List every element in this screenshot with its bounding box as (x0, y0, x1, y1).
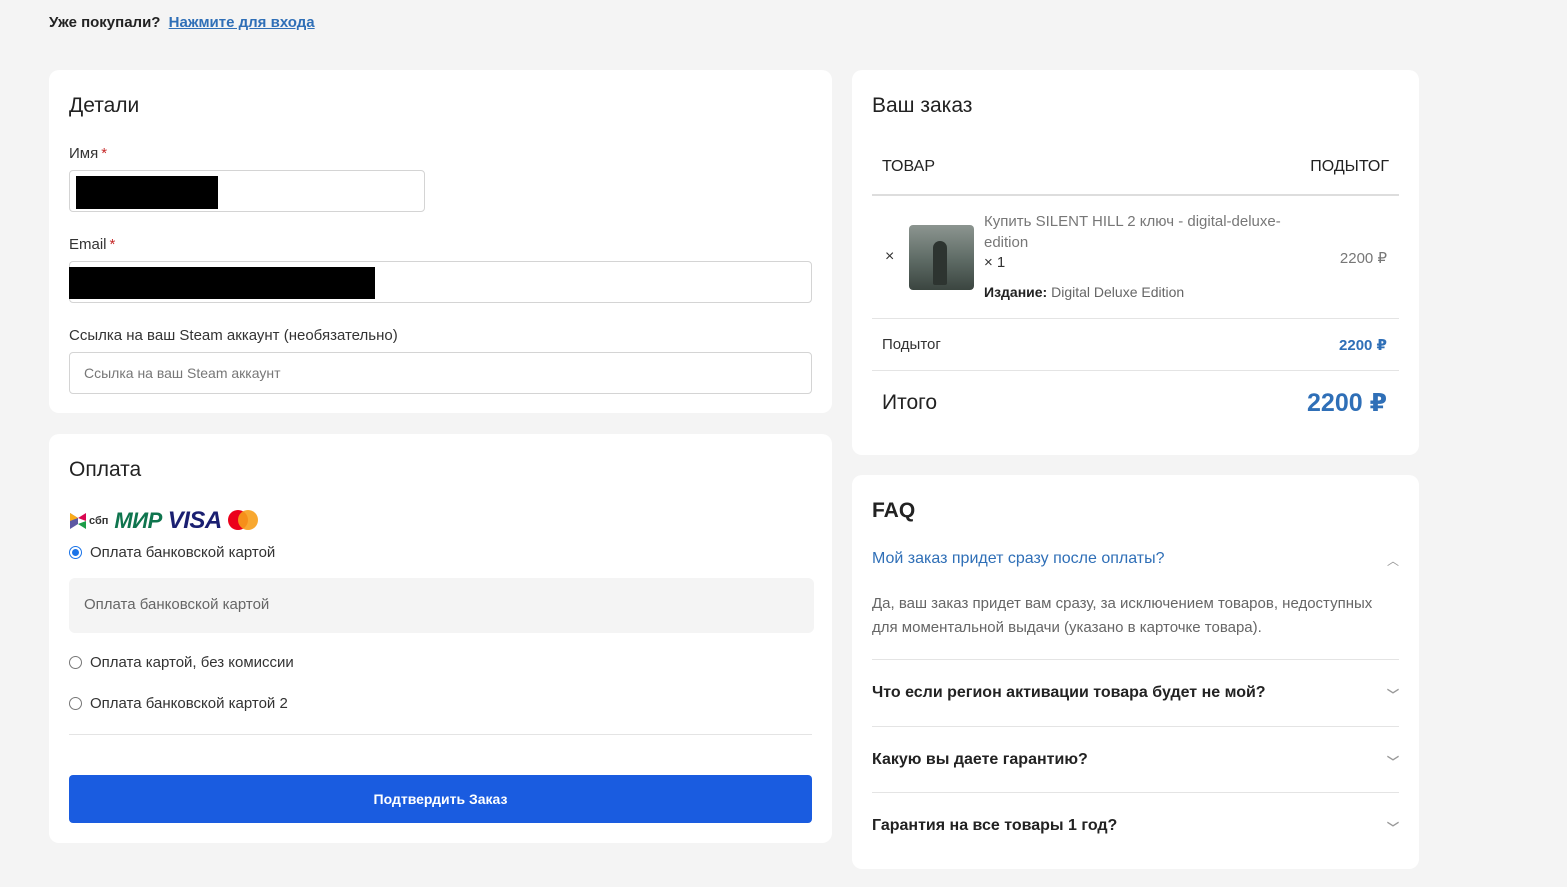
payment-option-card[interactable]: Оплата банковской картой (69, 544, 275, 561)
edition-label: Издание: (984, 284, 1048, 300)
faq-question-text: Какую вы даете гарантию? (872, 751, 1088, 768)
returning-customer-notice: Уже покупали? Нажмите для входа (49, 14, 315, 31)
payment-option-no-fee[interactable]: Оплата картой, без комиссии (69, 654, 294, 671)
login-link[interactable]: Нажмите для входа (169, 14, 315, 31)
faq-question[interactable]: Какую вы даете гарантию? ﹀ (872, 751, 1399, 769)
faq-title: FAQ (872, 499, 916, 522)
chevron-down-icon[interactable]: ﹀ (1387, 753, 1399, 770)
order-card: Ваш заказ ТОВАР ПОДЫТОГ × Купить SILENT … (852, 70, 1419, 455)
faq-question-text: Мой заказ придет сразу после оплаты? (872, 550, 1165, 567)
subtotal-label: Подытог (882, 336, 941, 353)
divider (872, 370, 1399, 371)
payment-logos: сбп МИР VISA (69, 507, 258, 534)
product-edition: Издание: Digital Deluxe Edition (984, 284, 1184, 300)
divider (872, 726, 1399, 727)
name-label: Имя * (69, 145, 107, 162)
product-thumbnail (909, 225, 974, 290)
faq-question[interactable]: Гарантия на все товары 1 год? ﹀ (872, 817, 1399, 835)
faq-answer: Да, ваш заказ придет вам сразу, за исклю… (872, 595, 1373, 636)
product-name: Купить SILENT HILL 2 ключ - digital-delu… (984, 213, 1281, 251)
total-label: Итого (882, 391, 938, 414)
edition-value: Digital Deluxe Edition (1051, 284, 1185, 300)
divider (69, 734, 812, 735)
total-value: 2200 ₽ (1307, 389, 1387, 417)
redacted-email (69, 267, 375, 299)
faq-question-text: Что если регион активации товара будет н… (872, 684, 1266, 701)
payment-title: Оплата (69, 458, 142, 481)
details-card: Детали Имя * Email * Ссылка на ваш Steam а… (49, 70, 832, 413)
faq-question[interactable]: Что если регион активации товара будет н… (872, 684, 1399, 702)
email-label: Email * (69, 236, 115, 253)
email-label-text: Email (69, 236, 107, 253)
divider (872, 318, 1399, 319)
payment-option-card-2[interactable]: Оплата банковской картой 2 (69, 695, 288, 712)
divider (872, 194, 1399, 196)
order-title: Ваш заказ (872, 94, 973, 117)
payment-option-label: Оплата банковской картой 2 (90, 695, 288, 712)
confirm-order-button[interactable]: Подтвердить Заказ (69, 775, 812, 823)
steam-label: Ссылка на ваш Steam аккаунт (необязатель… (69, 327, 398, 344)
sbp-icon (70, 513, 86, 529)
returning-text: Уже покупали? (49, 14, 161, 31)
subtotal-value: 2200 ₽ (1339, 337, 1387, 354)
required-mark: * (101, 145, 108, 162)
sbp-logo: сбп (69, 512, 108, 530)
subtotal-column-header: ПОДЫТОГ (1310, 158, 1389, 175)
sbp-text: сбп (89, 515, 109, 527)
name-label-text: Имя (69, 145, 99, 162)
radio-icon[interactable] (69, 656, 82, 669)
payment-description: Оплата банковской картой (69, 578, 814, 633)
steam-input[interactable] (69, 352, 812, 394)
faq-question[interactable]: Мой заказ придет сразу после оплаты? ︿ (872, 550, 1399, 568)
product-quantity: × 1 (984, 254, 1006, 271)
payment-option-label: Оплата картой, без комиссии (90, 654, 294, 671)
payment-card: Оплата сбп МИР VISA Оплата банковской ка… (49, 434, 832, 843)
redacted-name (76, 176, 218, 209)
mastercard-logo (227, 510, 258, 532)
payment-option-label: Оплата банковской картой (90, 544, 276, 561)
divider (872, 792, 1399, 793)
mir-logo: МИР (114, 508, 162, 533)
radio-icon[interactable] (69, 697, 82, 710)
visa-logo: VISA (167, 507, 223, 534)
chevron-down-icon[interactable]: ﹀ (1387, 686, 1399, 703)
chevron-down-icon[interactable]: ﹀ (1387, 819, 1399, 836)
radio-selected-icon[interactable] (69, 546, 82, 559)
faq-card: FAQ Мой заказ придет сразу после оплаты?… (852, 475, 1419, 869)
product-price: 2200 ₽ (1339, 250, 1387, 267)
remove-item-icon[interactable]: × (885, 248, 894, 266)
divider (872, 659, 1399, 660)
chevron-up-icon[interactable]: ︿ (1387, 552, 1399, 569)
required-mark: * (109, 236, 116, 253)
details-title: Детали (69, 94, 140, 117)
faq-question-text: Гарантия на все товары 1 год? (872, 817, 1118, 834)
product-column-header: ТОВАР (882, 158, 935, 175)
